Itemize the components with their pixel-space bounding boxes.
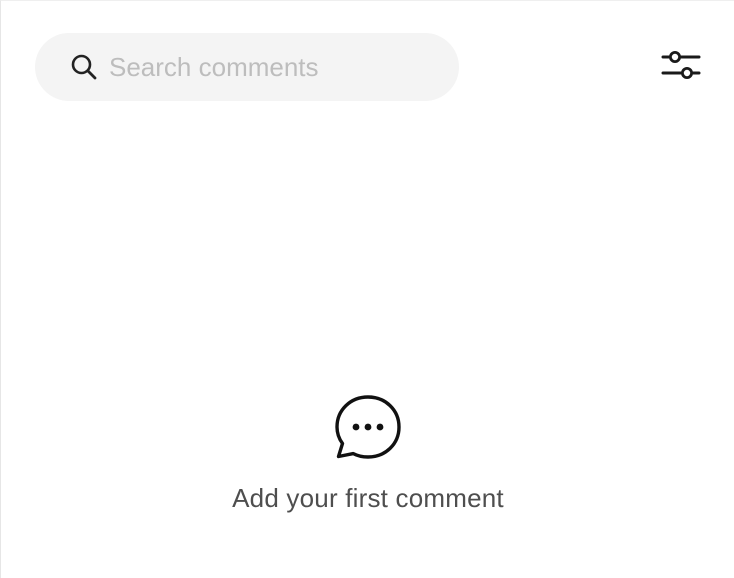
empty-state: Add your first comment bbox=[1, 393, 734, 514]
sliders-icon bbox=[659, 46, 703, 89]
search-icon bbox=[69, 52, 99, 82]
filter-settings-button[interactable] bbox=[657, 46, 705, 88]
comment-bubble-icon bbox=[333, 393, 403, 463]
search-input[interactable] bbox=[109, 47, 439, 87]
comments-panel: Add your first comment bbox=[0, 0, 734, 578]
search-bar[interactable] bbox=[35, 33, 459, 101]
empty-state-message: Add your first comment bbox=[232, 483, 504, 513]
